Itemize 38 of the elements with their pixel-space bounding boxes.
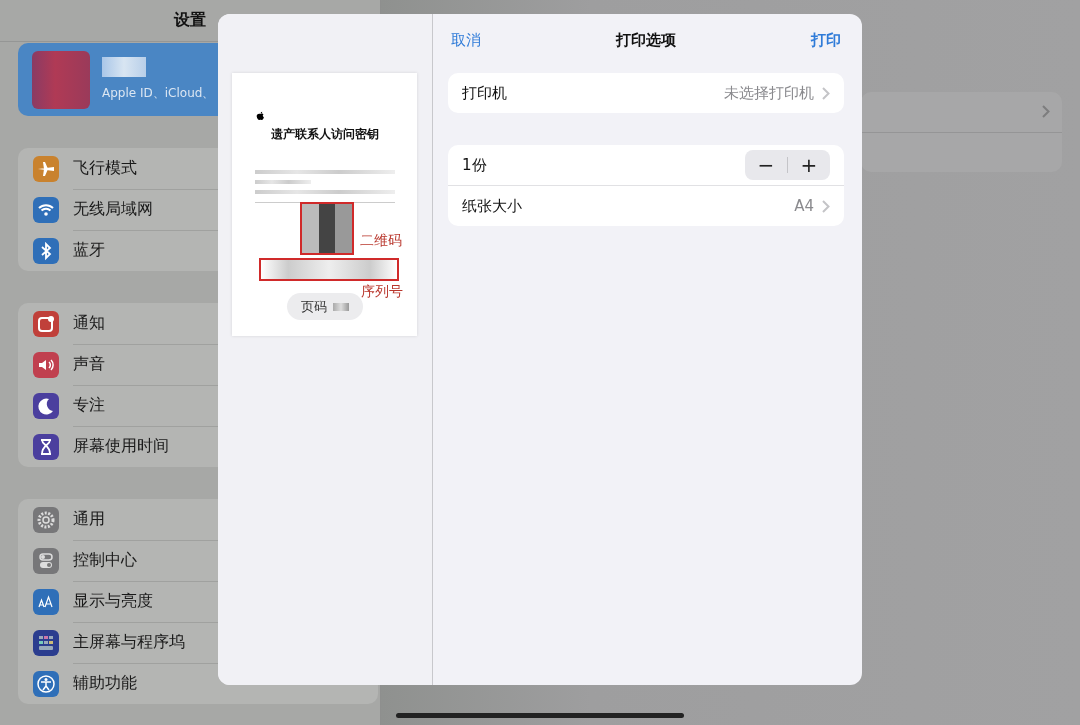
chevron-icon <box>822 199 830 213</box>
printer-label: 打印机 <box>462 83 508 103</box>
settings-item[interactable]: 通知 <box>73 313 105 334</box>
settings-item[interactable]: 主屏幕与程序坞 <box>73 632 185 653</box>
paper-size-value: A4 <box>794 197 814 215</box>
copies-label: 1份 <box>462 155 488 175</box>
annotation-label: 二维码 <box>360 232 402 250</box>
blurred-page-number <box>333 302 349 311</box>
page-label: 页码 <box>301 297 327 316</box>
chevron-icon <box>1042 105 1050 119</box>
annotation-label: 序列号 <box>361 283 403 301</box>
printer-value: 未选择打印机 <box>724 83 814 103</box>
document-title: 遗产联系人访问密钥 <box>270 126 379 143</box>
blurred-name <box>102 57 146 77</box>
settings-item[interactable]: 显示与亮度 <box>73 591 153 612</box>
settings-item[interactable]: 蓝牙 <box>73 240 105 261</box>
sidebar-title: 设置 <box>174 10 206 31</box>
settings-item[interactable]: 飞行模式 <box>73 158 137 179</box>
apple-logo-icon <box>256 111 265 122</box>
page-preview[interactable]: 遗产联系人访问密钥 二维码 序列号 页码 <box>232 73 417 336</box>
settings-item[interactable]: 通用 <box>73 509 105 530</box>
settings-item[interactable]: 屏幕使用时间 <box>73 436 169 457</box>
increment-button[interactable]: + <box>788 150 830 180</box>
decrement-button[interactable]: − <box>745 150 787 180</box>
sheet-title: 打印选项 <box>616 30 676 50</box>
settings-item[interactable]: 专注 <box>73 395 105 416</box>
chevron-icon <box>822 86 830 100</box>
printer-row[interactable]: 打印机 未选择打印机 <box>448 73 844 113</box>
settings-item[interactable]: 声音 <box>73 354 105 375</box>
paper-size-row[interactable]: 纸张大小 A4 <box>448 185 844 226</box>
blurred-qr-code <box>300 202 354 255</box>
account-subtitle: Apple ID、iCloud、 <box>102 85 215 102</box>
print-button[interactable]: 打印 <box>811 30 841 50</box>
settings-item[interactable]: 无线局域网 <box>73 199 153 220</box>
settings-item[interactable]: 辅助功能 <box>73 673 137 694</box>
settings-item[interactable]: 控制中心 <box>73 550 137 571</box>
cancel-button[interactable]: 取消 <box>451 30 481 50</box>
paper-size-label: 纸张大小 <box>462 196 523 216</box>
